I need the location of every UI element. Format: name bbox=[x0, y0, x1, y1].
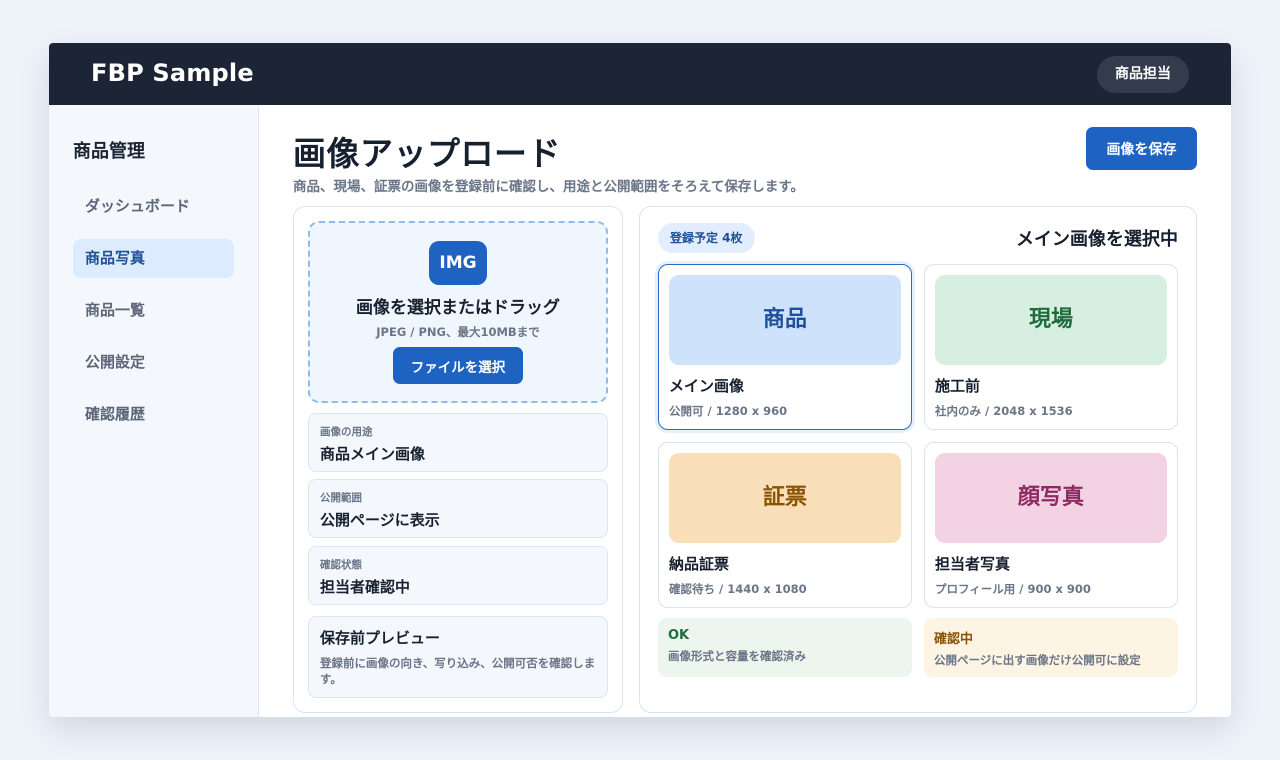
visibility-field-label: 公開範囲 bbox=[320, 492, 362, 504]
app-window: FBP Sample 商品担当 商品管理 ダッシュボード 商品写真 商品一覧 公… bbox=[49, 43, 1231, 717]
status-reviewing: 確認中 公開ページに出す画像だけ公開可に設定 bbox=[924, 618, 1178, 677]
image-card-name: 施工前 bbox=[935, 377, 981, 395]
visibility-field-value: 公開ページに表示 bbox=[320, 511, 440, 529]
user-role-button[interactable]: 商品担当 bbox=[1097, 56, 1189, 93]
usage-field[interactable]: 画像の用途 商品メイン画像 bbox=[308, 413, 608, 472]
image-card-main[interactable]: 商品 メイン画像 公開可 / 1280 x 960 bbox=[658, 264, 912, 430]
preview-title: 保存前プレビュー bbox=[320, 629, 441, 647]
brand-title: FBP Sample bbox=[91, 59, 254, 87]
review-status-field[interactable]: 確認状態 担当者確認中 bbox=[308, 546, 608, 605]
sidebar-item-dashboard[interactable]: ダッシュボード bbox=[73, 187, 234, 226]
image-card-name: 担当者写真 bbox=[935, 555, 1011, 573]
page-subtitle: 商品、現場、証票の画像を登録前に確認し、用途と公開範囲をそろえて保存します。 bbox=[293, 179, 804, 195]
sidebar-item-review-history[interactable]: 確認履歴 bbox=[73, 395, 234, 434]
thumbnail: 現場 bbox=[935, 275, 1167, 365]
review-status-field-label: 確認状態 bbox=[320, 559, 362, 571]
thumbnail: 顔写真 bbox=[935, 453, 1167, 543]
image-icon: IMG bbox=[429, 241, 487, 285]
select-file-button[interactable]: ファイルを選択 bbox=[393, 347, 523, 384]
upload-panel: IMG 画像を選択またはドラッグ JPEG / PNG、最大10MBまで ファイ… bbox=[293, 206, 623, 713]
image-card-meta: 確認待ち / 1440 x 1080 bbox=[669, 582, 807, 596]
usage-field-value: 商品メイン画像 bbox=[320, 445, 426, 463]
sidebar-title: 商品管理 bbox=[73, 141, 145, 162]
sidebar-item-product-list[interactable]: 商品一覧 bbox=[73, 291, 234, 330]
page-title: 画像アップロード bbox=[293, 134, 561, 173]
status-ok: OK 画像形式と容量を確認済み bbox=[658, 618, 912, 677]
save-image-button[interactable]: 画像を保存 bbox=[1086, 127, 1197, 170]
visibility-field[interactable]: 公開範囲 公開ページに表示 bbox=[308, 479, 608, 538]
image-card-name: 納品証票 bbox=[669, 555, 730, 573]
sidebar-nav: ダッシュボード 商品写真 商品一覧 公開設定 確認履歴 bbox=[73, 187, 234, 447]
sidebar-item-publish-settings[interactable]: 公開設定 bbox=[73, 343, 234, 382]
sidebar-item-product-photos[interactable]: 商品写真 bbox=[73, 239, 234, 278]
status-title: 確認中 bbox=[934, 632, 974, 647]
review-status-field-value: 担当者確認中 bbox=[320, 578, 411, 596]
image-card-meta: 社内のみ / 2048 x 1536 bbox=[935, 404, 1073, 418]
image-card-portrait[interactable]: 顔写真 担当者写真 プロフィール用 / 900 x 900 bbox=[924, 442, 1178, 608]
image-dropzone[interactable]: IMG 画像を選択またはドラッグ JPEG / PNG、最大10MBまで ファイ… bbox=[308, 221, 608, 403]
image-card-meta: 公開可 / 1280 x 960 bbox=[669, 404, 788, 418]
image-card-name: メイン画像 bbox=[669, 377, 745, 395]
usage-field-label: 画像の用途 bbox=[320, 426, 373, 438]
dropzone-title: 画像を選択またはドラッグ bbox=[356, 298, 560, 318]
selection-title: メイン画像を選択中 bbox=[1016, 229, 1178, 250]
dropzone-hint: JPEG / PNG、最大10MBまで bbox=[376, 325, 540, 339]
image-card-receipt[interactable]: 証票 納品証票 確認待ち / 1440 x 1080 bbox=[658, 442, 912, 608]
preview-description: 登録前に画像の向き、写り込み、公開可否を確認します。 bbox=[320, 656, 596, 686]
image-count-badge: 登録予定 4枚 bbox=[658, 223, 755, 253]
status-title: OK bbox=[668, 628, 690, 643]
main-content: 画像アップロード 商品、現場、証票の画像を登録前に確認し、用途と公開範囲をそろえ… bbox=[259, 105, 1231, 717]
thumbnail: 証票 bbox=[669, 453, 901, 543]
save-preview: 保存前プレビュー 登録前に画像の向き、写り込み、公開可否を確認します。 bbox=[308, 616, 608, 698]
status-description: 画像形式と容量を確認済み bbox=[668, 649, 806, 663]
image-card-site[interactable]: 現場 施工前 社内のみ / 2048 x 1536 bbox=[924, 264, 1178, 430]
top-bar: FBP Sample 商品担当 bbox=[49, 43, 1231, 105]
gallery-panel: 登録予定 4枚 メイン画像を選択中 商品 メイン画像 公開可 / 1280 x … bbox=[639, 206, 1197, 713]
thumbnail: 商品 bbox=[669, 275, 901, 365]
image-card-meta: プロフィール用 / 900 x 900 bbox=[935, 582, 1091, 596]
sidebar: 商品管理 ダッシュボード 商品写真 商品一覧 公開設定 確認履歴 bbox=[49, 105, 259, 717]
status-description: 公開ページに出す画像だけ公開可に設定 bbox=[934, 653, 1141, 667]
